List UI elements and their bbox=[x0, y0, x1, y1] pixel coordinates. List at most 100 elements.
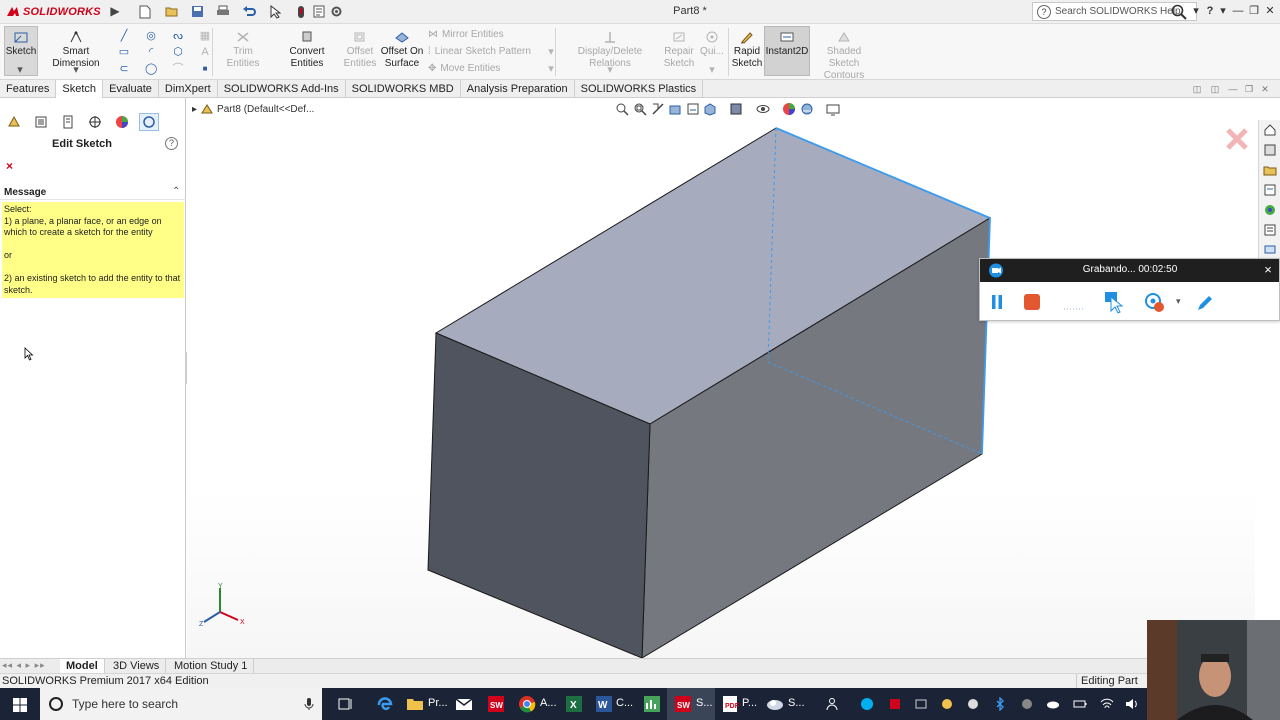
tray-yellow-icon[interactable] bbox=[940, 697, 954, 711]
chrome-icon[interactable] bbox=[517, 694, 537, 714]
volume-icon[interactable] bbox=[1125, 697, 1139, 711]
tab-3d-views[interactable]: 3D Views bbox=[107, 659, 167, 673]
confirmation-cancel-icon[interactable] bbox=[1224, 126, 1250, 152]
rapid-sketch-button[interactable]: Rapid Sketch bbox=[730, 30, 764, 70]
help-dropdown-icon[interactable]: ▾ bbox=[1215, 3, 1231, 19]
recorder-close-icon[interactable]: × bbox=[1260, 262, 1276, 278]
line-icon[interactable]: ╱ bbox=[118, 30, 130, 42]
chart-app-icon[interactable] bbox=[642, 694, 662, 714]
collapse-caret-icon[interactable]: ⌃ bbox=[172, 186, 180, 197]
print-icon[interactable] bbox=[216, 5, 230, 18]
sketch-button[interactable]: Sketch bbox=[4, 30, 38, 58]
move-entities-button[interactable]: ✥ Move Entities bbox=[428, 63, 500, 74]
tab-evaluate[interactable]: Evaluate bbox=[103, 80, 159, 98]
stop-recording-icon[interactable] bbox=[1023, 293, 1041, 311]
task-view-icon[interactable] bbox=[336, 694, 356, 714]
draw-pen-icon[interactable] bbox=[1194, 292, 1216, 314]
solidworks-active-icon[interactable]: SW bbox=[673, 694, 693, 714]
appearances-scenes-icon[interactable] bbox=[1263, 203, 1277, 217]
text-icon[interactable]: ▦ bbox=[199, 30, 211, 42]
tab-sketch[interactable]: Sketch bbox=[56, 80, 104, 98]
tray-settings-icon[interactable] bbox=[966, 697, 980, 711]
tab-motion-study[interactable]: Motion Study 1 bbox=[168, 659, 255, 673]
dimxpert-manager-tab[interactable] bbox=[85, 113, 105, 131]
edge-browser-icon[interactable] bbox=[375, 694, 395, 714]
cam-manager-tab[interactable] bbox=[139, 113, 159, 131]
select-pointer-icon[interactable] bbox=[269, 5, 281, 19]
word-icon[interactable]: W bbox=[594, 694, 614, 714]
doc-cascade-icon[interactable]: ◫ bbox=[1208, 82, 1222, 96]
restore-window-icon[interactable]: ❐ bbox=[1246, 3, 1262, 19]
linear-sketch-pattern-button[interactable]: ⁞ Linear Sketch Pattern bbox=[428, 46, 531, 57]
forum-icon[interactable] bbox=[1263, 243, 1277, 257]
file-explorer-icon[interactable] bbox=[1263, 183, 1277, 197]
pause-icon[interactable] bbox=[990, 294, 1004, 310]
mail-icon[interactable] bbox=[454, 694, 474, 714]
mirror-entities-button[interactable]: ⋈ Mirror Entities bbox=[428, 29, 504, 40]
pdf-icon[interactable]: PDF bbox=[720, 694, 740, 714]
wifi-icon[interactable] bbox=[1100, 697, 1114, 711]
tray-app-icon[interactable] bbox=[1020, 697, 1034, 711]
instant2d-button[interactable]: Instant2D bbox=[764, 30, 810, 58]
tab-features[interactable]: Features bbox=[0, 80, 57, 98]
quick-snaps-button[interactable]: Qui... bbox=[698, 30, 726, 58]
skype-tray-icon[interactable] bbox=[860, 697, 874, 711]
minimize-window-icon[interactable]: — bbox=[1230, 3, 1246, 19]
tab-solidworks-add-ins[interactable]: SOLIDWORKS Add-Ins bbox=[218, 80, 346, 98]
message-section-header[interactable]: Message bbox=[0, 185, 186, 200]
offset-entities-button[interactable]: Offset Entities bbox=[342, 30, 378, 70]
rebuild-icon[interactable] bbox=[297, 5, 305, 19]
arc-icon[interactable]: ◜ bbox=[145, 46, 157, 58]
tab-analysis-preparation[interactable]: Analysis Preparation bbox=[461, 80, 575, 98]
shaded-sketch-contours-button[interactable]: Shaded Sketch Contours bbox=[812, 30, 876, 82]
battery-icon[interactable] bbox=[1073, 697, 1087, 711]
smart-dimension-dropdown-icon[interactable]: ▾ bbox=[70, 64, 82, 76]
resources-icon[interactable] bbox=[1263, 143, 1277, 157]
relations-dropdown-icon[interactable]: ▾ bbox=[604, 64, 616, 76]
display-manager-tab[interactable] bbox=[112, 113, 132, 131]
offset-on-surface-button[interactable]: Offset On Surface bbox=[378, 30, 426, 70]
bluetooth-icon[interactable] bbox=[993, 697, 1007, 711]
quick-snaps-dropdown-icon[interactable]: ▾ bbox=[706, 64, 718, 76]
box-part-model[interactable] bbox=[187, 98, 1255, 658]
cancel-close-icon[interactable]: × bbox=[6, 159, 13, 173]
property-manager-tab[interactable] bbox=[31, 113, 51, 131]
fillet-icon[interactable]: ⌒ bbox=[172, 63, 184, 75]
onedrive-icon[interactable] bbox=[1046, 697, 1060, 711]
file-properties-icon[interactable] bbox=[313, 5, 325, 18]
tab-solidworks-plastics[interactable]: SOLIDWORKS Plastics bbox=[575, 80, 704, 98]
annotate-pointer-icon[interactable] bbox=[1102, 289, 1128, 315]
polygon-icon[interactable]: ⬡ bbox=[172, 46, 184, 58]
solidworks-2017-icon[interactable]: SW bbox=[486, 694, 506, 714]
webcam-dropdown-icon[interactable]: ▾ bbox=[1176, 296, 1181, 307]
tray-app-icon[interactable] bbox=[888, 697, 902, 711]
spline-icon[interactable]: ᔓ bbox=[172, 30, 184, 42]
tab-model[interactable]: Model bbox=[60, 659, 105, 673]
doc-tile-icon[interactable]: ◫ bbox=[1190, 82, 1204, 96]
help-search-input[interactable]: Search SOLIDWORKS Help bbox=[1055, 6, 1181, 17]
custom-properties-icon[interactable] bbox=[1263, 223, 1277, 237]
excel-icon[interactable]: X bbox=[564, 694, 584, 714]
new-document-icon[interactable] bbox=[139, 5, 151, 19]
undo-icon[interactable] bbox=[242, 5, 256, 18]
file-explorer-taskbar-icon[interactable] bbox=[405, 694, 425, 714]
doc-restore-icon[interactable]: ❐ bbox=[1242, 82, 1256, 96]
home-icon[interactable] bbox=[1263, 123, 1277, 137]
sketch-dropdown-icon[interactable]: ▾ bbox=[14, 64, 26, 76]
circle-icon[interactable]: ◎ bbox=[145, 30, 157, 42]
cloud-app-icon[interactable] bbox=[765, 694, 785, 714]
open-folder-icon[interactable] bbox=[165, 5, 179, 18]
tray-device-icon[interactable] bbox=[914, 697, 928, 711]
slot-icon[interactable]: ⊂ bbox=[118, 63, 130, 75]
ellipse-icon[interactable]: ◯ bbox=[145, 63, 157, 75]
taskbar-search-box[interactable]: Type here to search bbox=[40, 688, 322, 720]
panel-help-icon[interactable]: ? bbox=[165, 137, 178, 150]
configuration-manager-tab[interactable] bbox=[58, 113, 78, 131]
taskbar-search-input[interactable]: Type here to search bbox=[72, 697, 178, 711]
search-icon[interactable] bbox=[1171, 4, 1187, 20]
save-icon[interactable] bbox=[191, 5, 204, 18]
tab-scroll-arrows-icon[interactable]: ◂◂ ◂ ▸ ▸▸ bbox=[2, 660, 46, 671]
options-gear-icon[interactable] bbox=[330, 5, 343, 18]
webcam-toggle-icon[interactable] bbox=[1144, 292, 1166, 314]
microphone-icon[interactable] bbox=[304, 697, 314, 711]
